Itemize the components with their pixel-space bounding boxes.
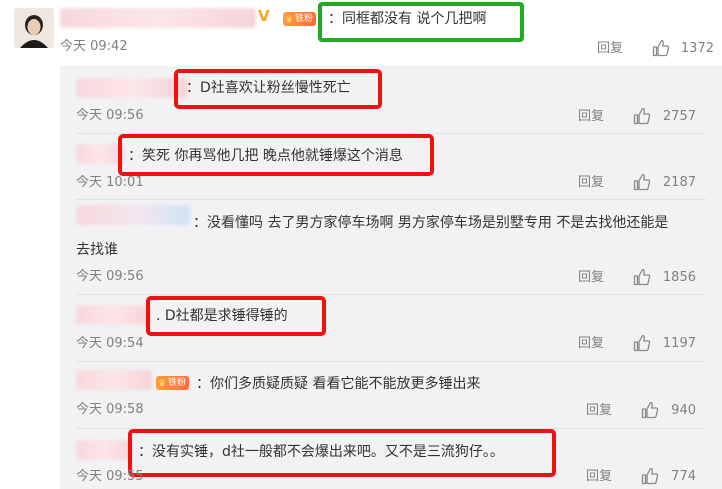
reply-text: ：D社喜欢让粉丝慢性死亡 [186,80,351,96]
reply-text: . D社都是求锤得锤的 [156,308,288,324]
like-icon[interactable] [652,39,670,61]
username-blurred[interactable] [76,205,190,225]
like-count: 774 [671,469,696,484]
reply-text: ：没看懂吗 去了男方家停车场啊 男方家停车场是别墅专用 不是去找他还能是 [193,215,669,231]
reply-time: 今天 09:56 [76,108,144,123]
fan-badge: ♛ 铁粉 [283,12,317,26]
reply-button[interactable]: 回复 [597,40,623,58]
reply-time: 今天 09:58 [76,402,144,417]
reply-button[interactable]: 回复 [578,174,604,192]
reply-button[interactable]: 回复 [578,269,604,287]
like-icon[interactable] [633,107,651,129]
reply-button[interactable]: 回复 [586,468,612,486]
like-count: 1856 [662,270,696,285]
reply-text: ：你们多质疑质疑 看看它能不能放更多锤出来 [196,376,481,392]
like-icon[interactable] [633,268,651,290]
like-count: 1197 [662,336,696,351]
verified-v-icon: V [258,7,270,25]
divider [76,294,706,295]
username-blurred[interactable] [76,370,152,390]
crown-icon: ♛ [285,15,294,25]
comment-time: 今天 09:42 [60,39,128,54]
reply-text: ：没有实锤，d社一般都不会爆出来吧。又不是三流狗仔。。 [138,444,504,460]
like-icon[interactable] [641,467,659,489]
like-count: 940 [671,403,696,418]
username-blurred[interactable] [76,78,188,98]
like-count: 2757 [662,109,696,124]
divider [76,199,706,200]
username-blurred[interactable] [60,8,256,28]
reply-time: 今天 09:55 [76,469,144,484]
replies-panel [60,66,722,489]
reply-time: 今天 09:56 [76,269,144,284]
username-blurred[interactable] [76,440,132,460]
reply-time: 今天 10:01 [76,175,144,190]
avatar[interactable] [14,8,54,48]
reply-time: 今天 09:54 [76,336,144,351]
divider [76,361,706,362]
fan-badge: ♛ 铁粉 [156,376,190,390]
like-count: 2187 [662,175,696,190]
username-blurred[interactable] [76,305,150,325]
comment-text: ：同框都没有 说个几把啊 [328,11,487,27]
reply-text: ：笑死 你再骂他几把 晚点他就锤爆这个消息 [128,148,403,164]
like-icon[interactable] [641,401,659,423]
reply-button[interactable]: 回复 [586,402,612,420]
like-count: 1372 [680,41,714,56]
like-icon[interactable] [633,173,651,195]
reply-text-continued: 去找谁 [76,242,118,258]
crown-icon: ♛ [158,379,167,389]
username-blurred[interactable] [76,144,124,164]
like-icon[interactable] [633,334,651,356]
reply-button[interactable]: 回复 [578,108,604,126]
reply-button[interactable]: 回复 [578,335,604,353]
